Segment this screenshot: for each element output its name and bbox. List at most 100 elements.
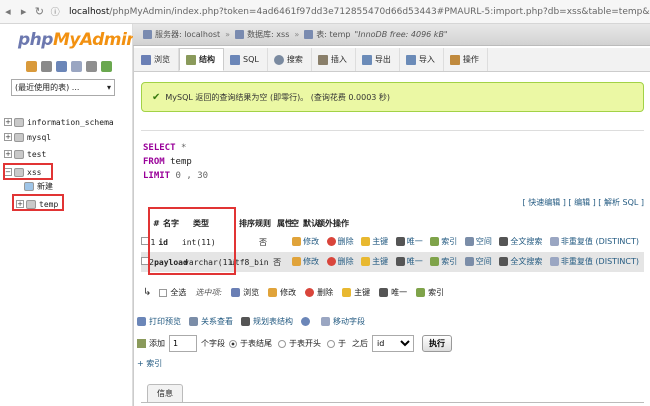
expand-icon[interactable]: + — [4, 133, 12, 141]
print-icon — [137, 317, 146, 326]
relation-view-link[interactable]: 关系查看 — [189, 316, 233, 327]
after-column-select[interactable]: id — [372, 335, 414, 352]
home-icon[interactable] — [26, 61, 37, 72]
bulk-label: 唯一 — [391, 288, 408, 297]
fulltext-icon — [499, 257, 509, 266]
add-column-icon — [137, 339, 146, 348]
logout-icon[interactable] — [41, 61, 52, 72]
primary-action[interactable]: 主键 — [361, 256, 388, 267]
back-icon[interactable]: ◂ — [0, 5, 16, 18]
tree-item-mysql[interactable]: + mysql — [4, 131, 51, 143]
logo[interactable]: phpMyAdmin — [18, 30, 138, 50]
index-toggle-link[interactable]: + 索引 — [137, 358, 162, 369]
change-action[interactable]: 修改 — [292, 256, 319, 267]
info-icon[interactable]: ⓘ — [47, 5, 63, 18]
bulk-unique-button[interactable]: 唯一 — [379, 287, 407, 298]
header-default[interactable]: 默认 — [303, 218, 319, 229]
breadcrumb-server[interactable]: 服务器: localhost — [155, 29, 220, 40]
primary-action[interactable]: 主键 — [361, 236, 388, 247]
tab-insert[interactable]: 插入 — [312, 48, 356, 71]
expand-icon[interactable]: + — [4, 118, 12, 126]
spatial-action[interactable]: 空间 — [464, 256, 492, 267]
tree-item-new[interactable]: 新建 — [24, 180, 53, 192]
reload-icon[interactable]: ↻ — [32, 5, 48, 18]
distinct-action[interactable]: 非重复值 (DISTINCT) — [549, 236, 639, 247]
fulltext-icon — [499, 237, 509, 246]
settings-icon[interactable] — [86, 61, 97, 72]
breadcrumb-table[interactable]: 表: temp — [316, 29, 350, 40]
after-suffix-label: 之后 — [352, 339, 368, 348]
after-radio[interactable]: 于 — [327, 338, 346, 349]
tool-label: 规划表结构 — [253, 317, 293, 326]
unique-action[interactable]: 唯一 — [395, 256, 423, 267]
information-tab[interactable]: 信息 — [147, 384, 183, 402]
radio-unselected[interactable] — [278, 339, 286, 348]
sql-select-keyword: SELECT — [143, 143, 176, 153]
bulk-change-button[interactable]: 修改 — [268, 287, 296, 298]
move-columns-link[interactable]: 移动字段 — [321, 316, 365, 327]
bulk-browse-button[interactable]: 浏览 — [231, 287, 259, 298]
tree-item-test[interactable]: + test — [4, 148, 46, 160]
structure-icon — [186, 54, 196, 65]
change-action[interactable]: 修改 — [292, 236, 319, 247]
main-panel: 服务器: localhost » 数据库: xss » 表: temp "Inn… — [133, 24, 650, 406]
print-view-link[interactable]: 打印预览 — [137, 316, 181, 327]
select-all-checkbox[interactable] — [159, 288, 168, 297]
recent-tables-value: (最近使用的表) ... — [15, 83, 80, 92]
expand-icon[interactable]: + — [4, 150, 12, 158]
header-attributes[interactable]: 属性 — [277, 218, 293, 229]
distinct-action[interactable]: 非重复值 (DISTINCT) — [549, 256, 639, 267]
select-all[interactable]: 全选 — [159, 287, 186, 298]
tab-browse[interactable]: 浏览 — [135, 48, 179, 71]
tab-label: SQL — [243, 55, 259, 64]
tree-item-information-schema[interactable]: + information_schema — [4, 116, 114, 128]
header-collation[interactable]: 排序规则 — [239, 218, 277, 229]
tab-search[interactable]: 搜索 — [268, 48, 312, 71]
bulk-primary-button[interactable]: 主键 — [342, 287, 370, 298]
explain-sql-link[interactable]: [ 解析 SQL ] — [598, 198, 644, 207]
unique-action[interactable]: 唯一 — [395, 236, 423, 247]
drop-action[interactable]: 删除 — [326, 236, 354, 247]
inline-edit-link[interactable]: [ 快速编辑 ] — [523, 198, 566, 207]
tab-structure[interactable]: 结构 — [179, 48, 224, 71]
breadcrumb-db[interactable]: 数据库: xss — [247, 29, 289, 40]
import-icon — [405, 54, 416, 65]
docs-icon[interactable] — [71, 61, 82, 72]
action-label: 唯一 — [406, 237, 423, 246]
tab-sql[interactable]: SQL — [224, 48, 268, 71]
action-label: 删除 — [337, 257, 354, 266]
tab-label: 导入 — [418, 55, 435, 64]
help-link[interactable] — [301, 317, 313, 326]
help-icon[interactable] — [56, 61, 67, 72]
fulltext-action[interactable]: 全文搜索 — [499, 256, 542, 267]
tab-label: 结构 — [199, 55, 215, 64]
header-extra[interactable]: 额外 — [317, 218, 333, 229]
url-field[interactable]: localhost/phpMyAdmin/index.php?token=4ad… — [69, 7, 650, 17]
fulltext-action[interactable]: 全文搜索 — [499, 236, 542, 247]
forward-icon[interactable]: ▸ — [16, 5, 32, 18]
tab-import[interactable]: 导入 — [400, 48, 444, 71]
header-null[interactable]: 空 — [291, 218, 303, 229]
column-count-input[interactable] — [169, 335, 197, 352]
bulk-index-button[interactable]: 索引 — [416, 287, 444, 298]
drop-action[interactable]: 删除 — [326, 256, 354, 267]
radio-selected[interactable] — [229, 339, 237, 348]
bulk-drop-button[interactable]: 删除 — [305, 287, 333, 298]
tab-export[interactable]: 导出 — [356, 48, 400, 71]
index-action[interactable]: 索引 — [430, 236, 457, 247]
spatial-action[interactable]: 空间 — [464, 236, 492, 247]
distinct-icon — [549, 237, 559, 246]
at-begin-radio[interactable]: 于表开头 — [278, 338, 321, 349]
propose-structure-link[interactable]: 规划表结构 — [241, 316, 293, 327]
quick-links — [26, 61, 112, 72]
reload-nav-icon[interactable] — [101, 61, 112, 72]
edit-link[interactable]: [ 编辑 ] — [568, 198, 595, 207]
at-end-radio[interactable]: 于表结尾 — [229, 338, 272, 349]
go-button[interactable]: 执行 — [422, 335, 452, 352]
recent-tables-select[interactable]: (最近使用的表) ... ▾ — [11, 79, 115, 96]
highlight-box-temp — [12, 194, 64, 211]
export-icon — [361, 54, 372, 65]
index-action[interactable]: 索引 — [430, 256, 457, 267]
tab-operations[interactable]: 操作 — [444, 48, 488, 71]
radio-unselected[interactable] — [327, 339, 335, 348]
